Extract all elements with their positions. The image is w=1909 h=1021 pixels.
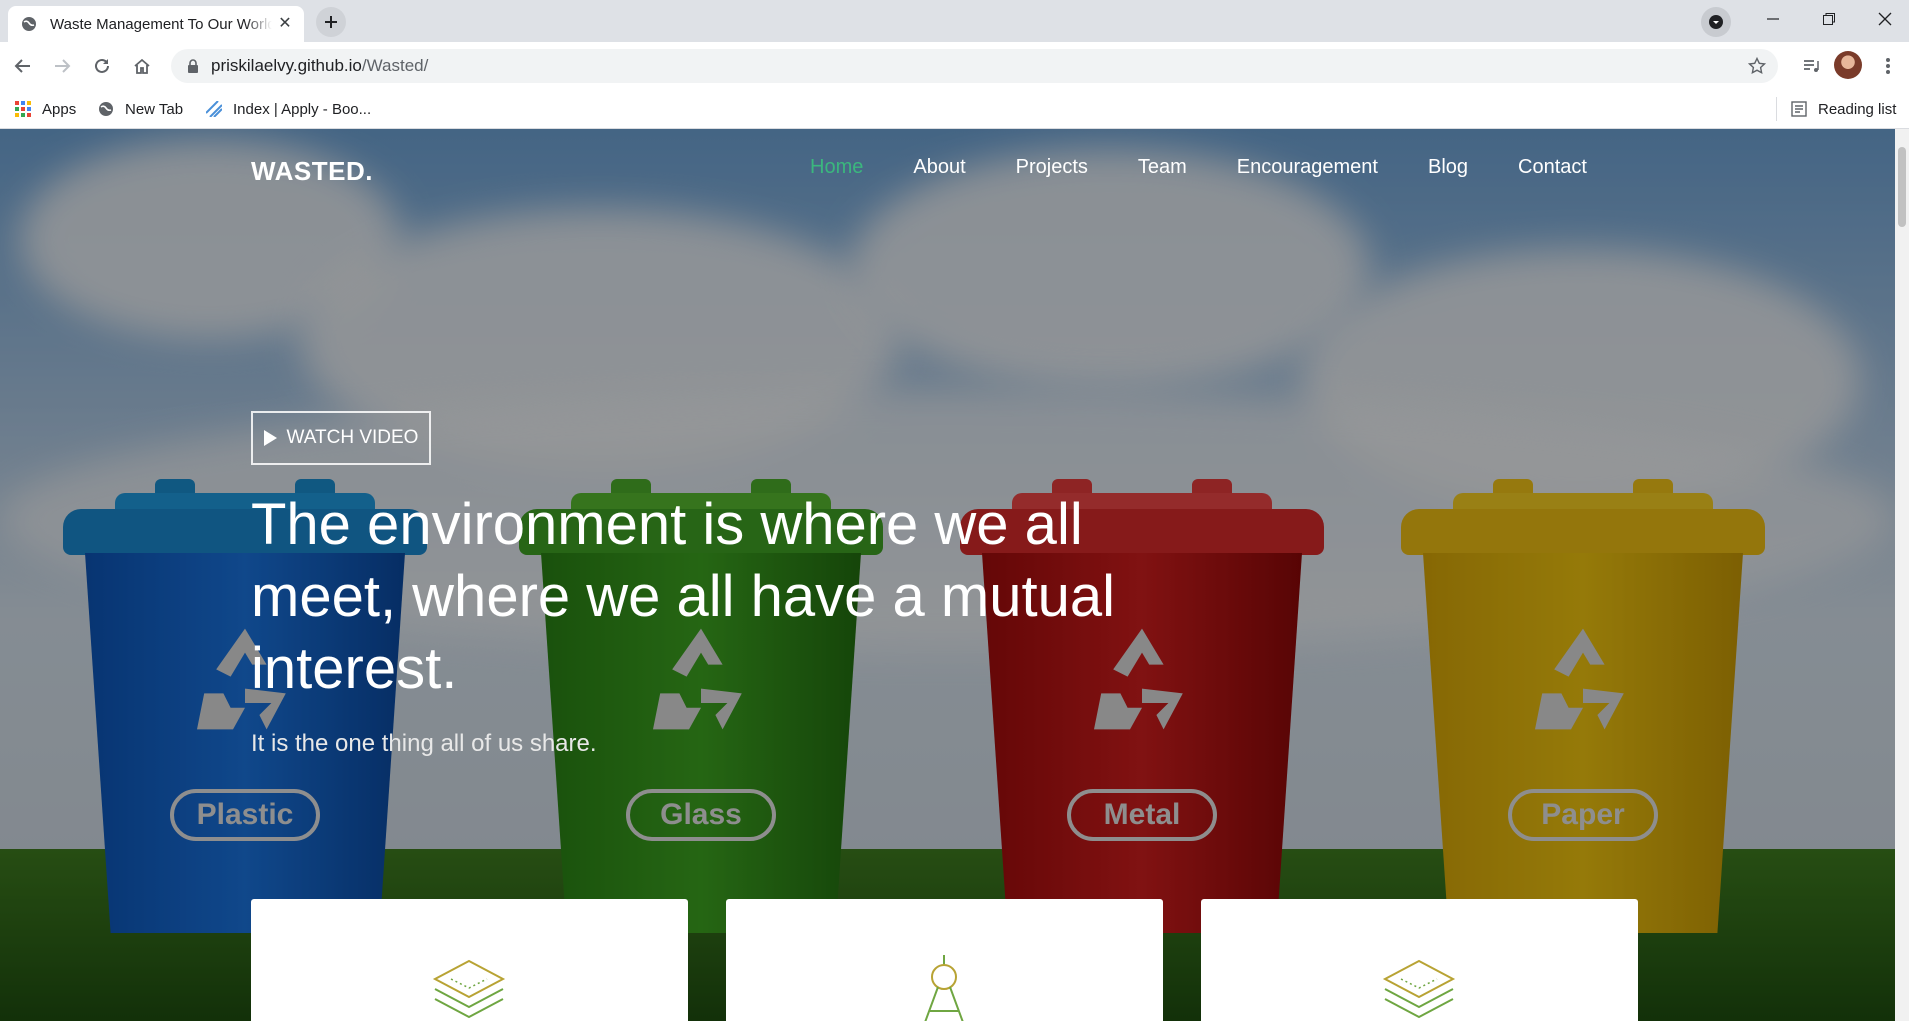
- arrow-right-icon: [55, 59, 71, 73]
- menu-item-about[interactable]: About: [913, 156, 965, 179]
- apps-grid-icon: [14, 100, 32, 118]
- home-icon: [134, 58, 150, 74]
- browser-tab[interactable]: Waste Management To Our World ✕: [8, 6, 304, 42]
- site-logo[interactable]: WASTED.: [251, 156, 373, 187]
- page-scrollbar[interactable]: [1895, 129, 1909, 1021]
- bookmark-apps[interactable]: Apps: [14, 98, 76, 120]
- close-window-button[interactable]: [1857, 0, 1909, 38]
- layers-icon: [428, 955, 510, 1021]
- feature-card[interactable]: [251, 899, 688, 1021]
- new-tab-button[interactable]: [316, 7, 346, 37]
- menu-item-home[interactable]: Home: [810, 156, 863, 179]
- menu-item-contact[interactable]: Contact: [1518, 156, 1587, 179]
- restore-icon: [1823, 13, 1835, 25]
- watch-video-button[interactable]: WATCH VIDEO: [251, 411, 431, 465]
- reading-list-label: Reading list: [1818, 100, 1897, 118]
- url-text: priskilaelvy.github.io/Wasted/: [211, 56, 429, 75]
- bookmarks-bar: Apps New Tab Index | Apply - Boo... Read…: [0, 89, 1909, 129]
- home-button[interactable]: [127, 51, 157, 81]
- menu-item-blog[interactable]: Blog: [1428, 156, 1468, 179]
- tab-search-button[interactable]: [1701, 7, 1731, 37]
- hero-subline: It is the one thing all of us share.: [251, 730, 597, 757]
- close-icon[interactable]: ✕: [276, 15, 294, 33]
- minimize-button[interactable]: [1745, 0, 1801, 38]
- watch-video-label: WATCH VIDEO: [286, 427, 419, 448]
- media-control-button[interactable]: [1796, 51, 1826, 81]
- reload-button[interactable]: [87, 51, 117, 81]
- hero-headline: The environment is where we all meet, wh…: [251, 492, 1115, 701]
- reading-list-icon: [1790, 100, 1808, 118]
- chevron-down-icon: [1709, 15, 1723, 29]
- bookmark-label: Index | Apply - Boo...: [233, 100, 372, 118]
- globe-icon: [20, 15, 38, 33]
- divider: [1776, 97, 1777, 121]
- lock-icon: [185, 58, 201, 74]
- bookmark-label: Apps: [42, 100, 77, 118]
- play-icon: [263, 430, 277, 446]
- bookmark-star-icon[interactable]: [1748, 57, 1766, 75]
- site-header: WASTED. Home About Projects Team Encoura…: [0, 129, 1895, 229]
- plus-icon: [325, 16, 337, 28]
- compass-icon: [903, 955, 985, 1021]
- bookmark-new-tab[interactable]: New Tab: [97, 98, 183, 120]
- browser-toolbar: priskilaelvy.github.io/Wasted/: [0, 42, 1909, 89]
- playlist-icon: [1804, 60, 1819, 72]
- tab-title: Waste Management To Our World: [50, 15, 272, 33]
- stripes-icon: [205, 100, 223, 118]
- arrow-left-icon: [14, 59, 30, 73]
- restore-button[interactable]: [1801, 0, 1857, 38]
- more-vertical-icon: [1886, 58, 1890, 74]
- bookmark-index-apply[interactable]: Index | Apply - Boo...: [205, 98, 371, 120]
- reading-list-button[interactable]: Reading list: [1790, 98, 1896, 120]
- scrollbar-thumb[interactable]: [1898, 147, 1906, 227]
- layers-icon: [1378, 955, 1460, 1021]
- back-button[interactable]: [8, 51, 38, 81]
- tab-strip: Waste Management To Our World ✕: [0, 0, 1909, 42]
- reload-icon: [95, 58, 109, 73]
- menu-item-projects[interactable]: Projects: [1016, 156, 1088, 179]
- minimize-icon: [1767, 18, 1779, 20]
- close-icon: [1878, 12, 1892, 26]
- address-bar[interactable]: priskilaelvy.github.io/Wasted/: [171, 49, 1778, 83]
- menu-button[interactable]: [1873, 51, 1903, 81]
- menu-item-encouragement[interactable]: Encouragement: [1237, 156, 1378, 179]
- feature-card[interactable]: [1201, 899, 1638, 1021]
- forward-button[interactable]: [47, 51, 77, 81]
- profile-avatar[interactable]: [1834, 51, 1862, 79]
- main-menu: Home About Projects Team Encouragement B…: [810, 156, 1637, 179]
- feature-card[interactable]: [726, 899, 1163, 1021]
- globe-icon: [97, 100, 115, 118]
- bookmark-label: New Tab: [125, 100, 184, 118]
- menu-item-team[interactable]: Team: [1138, 156, 1187, 179]
- page-viewport: Plastic Glass Metal Paper WASTED. Home A…: [0, 129, 1895, 1021]
